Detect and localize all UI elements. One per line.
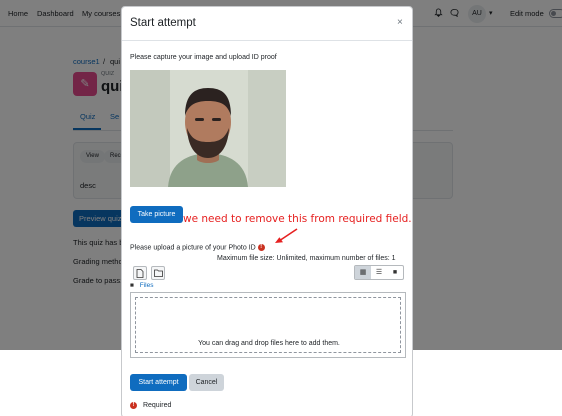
grid-view-icon[interactable]: ▦: [355, 266, 371, 279]
close-icon[interactable]: ×: [397, 17, 403, 28]
add-file-icon[interactable]: [133, 266, 147, 280]
file-picker: You can drag and drop files here to add …: [130, 292, 406, 358]
annotation-note: we need to remove this from required fie…: [183, 213, 412, 225]
files-folder-icon: ■: [130, 282, 134, 289]
capture-instruction: Please capture your image and upload ID …: [130, 54, 277, 61]
upload-label: Please upload a picture of your Photo ID: [130, 244, 256, 252]
required-icon: !: [257, 244, 265, 251]
file-dropzone[interactable]: You can drag and drop files here to add …: [135, 297, 401, 353]
files-label[interactable]: Files: [140, 282, 154, 289]
required-label: Required: [142, 402, 172, 410]
tree-view-icon[interactable]: ■: [387, 266, 403, 279]
modal-header: Start attempt ×: [122, 7, 412, 41]
upload-label-row: Please upload a picture of your Photo ID…: [130, 244, 265, 251]
modal-title: Start attempt: [130, 17, 196, 29]
take-picture-button[interactable]: Take picture: [130, 206, 183, 223]
list-view-icon[interactable]: ☰: [371, 266, 387, 279]
files-breadcrumb[interactable]: ■ Files: [130, 282, 153, 289]
max-file-info: Maximum file size: Unlimited, maximum nu…: [217, 255, 396, 262]
required-legend-icon: !: [130, 402, 137, 409]
dropzone-text: You can drag and drop files here to add …: [198, 340, 340, 347]
required-legend: ! Required: [130, 402, 171, 409]
captured-photo: [130, 70, 286, 187]
folder-icon[interactable]: [151, 266, 165, 280]
start-attempt-button[interactable]: Start attempt: [130, 374, 187, 391]
start-attempt-modal: Start attempt × Please capture your imag…: [121, 6, 413, 416]
view-switcher: ▦ ☰ ■: [354, 265, 404, 280]
cancel-button[interactable]: Cancel: [189, 374, 224, 391]
arrow-annotation: [275, 228, 298, 243]
